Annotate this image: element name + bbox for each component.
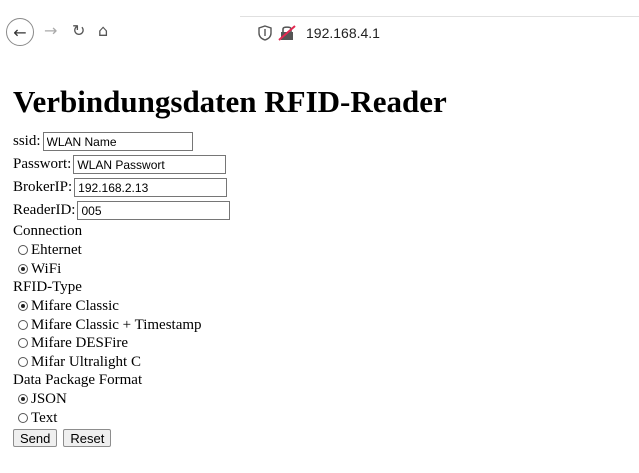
radio-button[interactable]	[18, 245, 28, 256]
rfid-type-heading: RFID-Type	[13, 279, 82, 295]
home-icon[interactable]: ⌂	[98, 21, 108, 41]
password-label: Passwort:	[13, 156, 72, 172]
reload-icon[interactable]: ↻	[72, 21, 85, 41]
radio-label: WiFi	[31, 260, 62, 277]
rfid-option-mifare-desfire[interactable]: Mifare DESFire	[13, 334, 633, 353]
brokerip-row: BrokerIP:	[13, 176, 633, 199]
rfid-option-ultralight-c[interactable]: Mifar Ultralight C	[13, 353, 633, 372]
shield-icon	[258, 25, 272, 41]
ssid-label: ssid:	[13, 133, 41, 149]
radio-label: Ehternet	[31, 242, 82, 258]
forward-arrow-icon[interactable]: →	[44, 21, 57, 41]
readerid-input[interactable]	[77, 201, 231, 220]
readerid-label: ReaderID:	[13, 202, 76, 218]
data-format-heading: Data Package Format	[13, 372, 143, 388]
brokerip-label: BrokerIP:	[13, 179, 73, 195]
radio-button[interactable]	[18, 301, 28, 312]
connection-option-ethernet[interactable]: Ehternet	[13, 241, 633, 260]
radio-button[interactable]	[18, 319, 28, 330]
connection-heading: Connection	[13, 223, 83, 239]
insecure-lock-icon	[278, 25, 296, 41]
connection-option-wifi[interactable]: WiFi	[13, 260, 633, 279]
url-text: 192.168.4.1	[306, 25, 380, 41]
radio-label: JSON	[31, 391, 67, 407]
radio-label: Mifare Classic	[31, 298, 119, 314]
form-buttons: Send Reset	[13, 429, 633, 447]
brokerip-input[interactable]	[74, 178, 228, 197]
page-content: Verbindungsdaten RFID-Reader ssid: Passw…	[13, 62, 633, 447]
radio-button[interactable]	[18, 394, 28, 405]
radio-label: Text	[31, 409, 58, 426]
radio-button[interactable]	[18, 356, 28, 367]
back-arrow-icon[interactable]: ←	[6, 18, 34, 46]
rfid-option-mifare-classic[interactable]: Mifare Classic	[13, 297, 633, 316]
page-title: Verbindungsdaten RFID-Reader	[13, 84, 447, 119]
radio-label: Mifare DESFire	[31, 335, 129, 351]
ssid-row: ssid:	[13, 130, 633, 153]
format-option-json[interactable]: JSON	[13, 390, 633, 409]
browser-toolbar: ← → ↻ ⌂ 192.168.4.1	[0, 0, 639, 56]
send-button[interactable]: Send	[13, 429, 58, 447]
password-input[interactable]	[73, 155, 227, 174]
radio-button[interactable]	[18, 412, 28, 423]
rfid-option-mifare-classic-timestamp[interactable]: Mifare Classic + Timestamp	[13, 316, 633, 335]
radio-button[interactable]	[18, 263, 28, 274]
readerid-row: ReaderID:	[13, 199, 633, 222]
password-row: Passwort:	[13, 153, 633, 176]
reset-button[interactable]: Reset	[63, 429, 112, 447]
radio-button[interactable]	[18, 338, 28, 349]
radio-label: Mifare Classic + Timestamp	[31, 316, 202, 333]
radio-label: Mifar Ultralight C	[31, 353, 141, 370]
ssid-input[interactable]	[42, 132, 193, 151]
address-bar[interactable]: 192.168.4.1	[240, 16, 639, 51]
format-option-text[interactable]: Text	[13, 409, 633, 428]
